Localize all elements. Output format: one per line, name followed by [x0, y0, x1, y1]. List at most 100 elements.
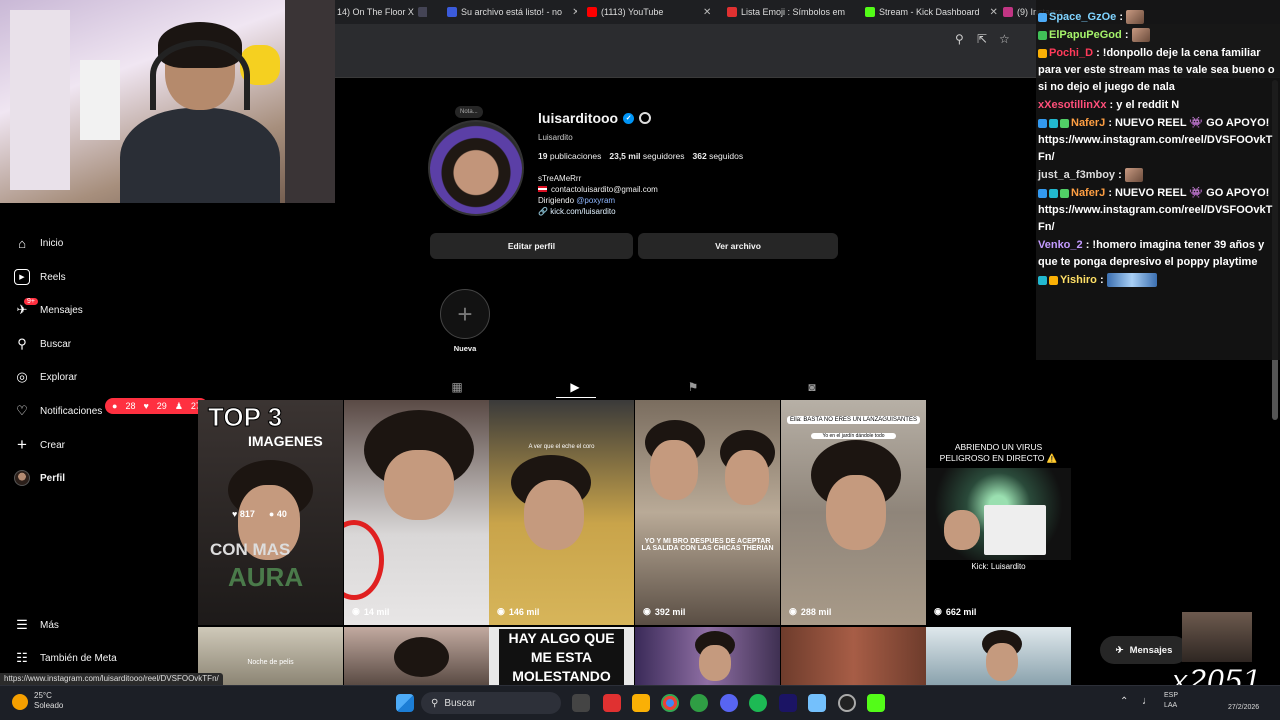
weather-sun-icon[interactable]	[12, 694, 28, 710]
reel-view-count: ◉ 288 mil	[789, 606, 832, 617]
language-indicator[interactable]: ESP LAA	[1164, 691, 1178, 711]
clock-date[interactable]: 27/2/2026	[1228, 704, 1259, 711]
app-icon[interactable]	[603, 694, 621, 712]
view-archive-button[interactable]: Ver archivo	[638, 233, 838, 259]
profile-note[interactable]: Nota...	[455, 106, 483, 118]
chat-message: xXesotillinXx : y el reddit N	[1038, 99, 1180, 111]
reel-tile[interactable]: TOP 3 IMAGENES CON MAS AURA ♥ 817 ● 40	[198, 400, 343, 625]
zoom-icon[interactable]: ⚲	[955, 32, 964, 46]
install-icon[interactable]: ⇱	[977, 32, 987, 46]
cam-fridge	[80, 60, 120, 140]
weather-widget[interactable]: 25°C Soleado	[34, 691, 63, 711]
floating-messages-button[interactable]: ✈ Mensajes	[1100, 636, 1188, 664]
reel-tile[interactable]: YO Y MI BRO DESPUES DE ACEPTAR LA SALIDA…	[635, 400, 780, 625]
reel-view-count: ◉ 392 mil	[643, 606, 686, 617]
tab-favicon-icon	[447, 7, 457, 17]
reel-caption: IMAGENES	[248, 433, 323, 449]
browser-tab[interactable]: Su archivo está listo! - no ✕	[447, 2, 577, 22]
task-view-icon[interactable]	[572, 694, 590, 712]
kick-icon	[865, 7, 875, 17]
file-explorer-icon[interactable]	[632, 694, 650, 712]
compass-icon: ◎	[16, 369, 28, 384]
reel-view-count: ◉ 662 mil	[934, 606, 977, 617]
reel-tile[interactable]	[926, 627, 1071, 685]
instagram-icon	[1003, 7, 1013, 17]
obs-icon[interactable]	[838, 694, 856, 712]
sidebar-item-explorar[interactable]: ◎ Explorar	[14, 369, 77, 385]
tab-favicon-icon	[727, 7, 737, 17]
reel-tile[interactable]	[344, 627, 489, 685]
sidebar-item-notificaciones[interactable]: ♡ Notificaciones	[14, 403, 102, 419]
sidebar-item-mensajes[interactable]: ✈ Mensajes	[14, 302, 83, 318]
stat-followers[interactable]: 23,5 mil seguidores	[609, 151, 684, 161]
cam-shelf	[10, 10, 70, 190]
reel-tile[interactable]: A ver que el eche el coro ◉ 146 mil	[489, 400, 634, 625]
sidebar-item-inicio[interactable]: ⌂ Inicio	[14, 235, 63, 251]
notifications-pill[interactable]: ● 28 ♥ 29 ♟ 27	[105, 398, 208, 414]
badge-icon	[1038, 188, 1047, 198]
sidebar-item-perfil[interactable]: Perfil	[14, 470, 65, 486]
app-icon[interactable]	[690, 694, 708, 712]
search-icon: ⚲	[17, 336, 27, 351]
reel-view-count: ◉ 14 mil	[352, 606, 390, 617]
new-highlight-button[interactable]: +	[440, 289, 490, 339]
spotify-icon[interactable]	[749, 694, 767, 712]
sidebar-item-mas[interactable]: ☰ Más	[14, 617, 59, 633]
tab-tagged-icon[interactable]: ◙	[802, 377, 822, 397]
cam-streamer	[120, 22, 280, 203]
eye-icon: ◉	[643, 606, 651, 616]
browser-tab[interactable]: 14) On The Floor X✕	[337, 2, 427, 22]
reel-caption: CON MAS	[210, 540, 291, 559]
windows-start-icon[interactable]	[396, 694, 414, 712]
sidebar-item-reels[interactable]: ▶ Reels	[14, 269, 66, 285]
sidebar-item-meta[interactable]: ☷ También de Meta	[14, 650, 117, 666]
reel-caption: HAY ALGO QUE ME ESTA MOLESTANDO	[499, 629, 624, 685]
microphone-icon[interactable]: ♩	[1142, 695, 1153, 707]
reel-tile[interactable]: ◉ 14 mil	[344, 400, 489, 625]
tab-reels-icon[interactable]: ▶	[565, 377, 585, 397]
reel-tile[interactable]: ABRIENDO UN VIRUS PELIGROSO EN DIRECTO ⚠…	[926, 400, 1071, 625]
tray-chevron-icon[interactable]: ⌃	[1120, 696, 1128, 707]
eye-icon: ◉	[497, 606, 505, 616]
sidebar-item-buscar[interactable]: ⚲ Buscar	[14, 336, 71, 352]
bio-link-line[interactable]: 🔗 kick.com/luisardito	[538, 206, 658, 217]
search-icon: ⚲	[431, 697, 439, 709]
close-icon[interactable]: ✕	[572, 7, 577, 18]
profile-avatar-icon	[14, 470, 30, 486]
active-tab-indicator	[556, 397, 596, 398]
bio-email-line: contactoluisardito@gmail.com	[538, 184, 658, 195]
kick-icon[interactable]	[867, 694, 885, 712]
reel-tile[interactable]	[781, 627, 926, 685]
reel-tile[interactable]: Ella: BASTA NO ERES UN LANZAGUISANTES Yo…	[781, 400, 926, 625]
chat-message: Venko_2 : !homero imagina tener 39 años …	[1038, 239, 1265, 268]
chrome-icon[interactable]	[661, 694, 679, 712]
reel-caption: AURA	[228, 562, 304, 592]
profile-avatar[interactable]	[428, 120, 524, 216]
close-icon[interactable]: ✕	[703, 7, 711, 18]
browser-tab[interactable]: (1113) YouTube ✕	[587, 2, 712, 22]
reel-caption: Kick: Luisardito	[971, 562, 1026, 571]
bio-mention-link[interactable]: @poxyram	[576, 196, 615, 205]
browser-tab[interactable]: Stream - Kick Dashboard ✕	[865, 2, 1000, 22]
badge-icon	[1038, 12, 1047, 22]
taskbar-search[interactable]: ⚲ Buscar	[421, 692, 561, 714]
comment-icon: ●	[112, 401, 118, 411]
close-icon[interactable]: ✕	[990, 7, 998, 18]
eye-icon: ◉	[789, 606, 797, 616]
discord-icon[interactable]	[720, 694, 738, 712]
badge-icon	[1038, 48, 1047, 58]
stat-following[interactable]: 362 seguidos	[693, 151, 744, 161]
badge-icon	[1038, 30, 1047, 40]
premiere-icon[interactable]	[779, 694, 797, 712]
reel-tile[interactable]	[635, 627, 780, 685]
bio-directing-line: Dirigiendo @poxyram	[538, 196, 616, 205]
app-icon[interactable]	[808, 694, 826, 712]
tab-saved-icon[interactable]: ⚑	[683, 377, 703, 397]
sidebar-item-crear[interactable]: + Crear	[14, 435, 65, 454]
reel-tile[interactable]: HAY ALGO QUE ME ESTA MOLESTANDO	[489, 627, 634, 685]
tab-posts-grid-icon[interactable]: ▦	[447, 377, 467, 397]
bookmark-star-icon[interactable]: ☆	[999, 32, 1010, 46]
browser-tab[interactable]: Lista Emoji : Símbolos em✕	[727, 2, 852, 22]
edit-profile-button[interactable]: Editar perfil	[430, 233, 633, 259]
settings-icon[interactable]	[639, 112, 652, 124]
